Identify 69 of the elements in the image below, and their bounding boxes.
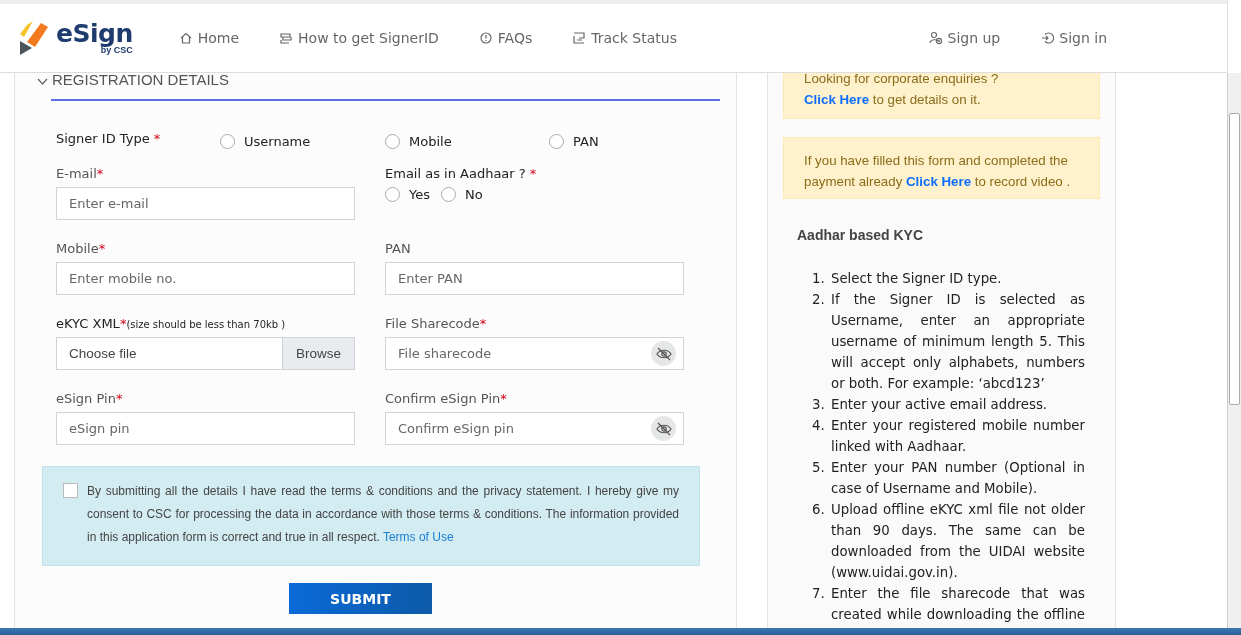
notice-text: Looking for corporate enquiries ? xyxy=(804,73,1000,88)
step-number: 5. xyxy=(812,459,826,477)
field-label: eKYC XML*(size should be less than 70kb ) xyxy=(56,316,287,331)
pencil-logo-icon xyxy=(18,21,50,55)
user-plus-icon xyxy=(928,31,943,45)
account-link[interactable]: Sign in xyxy=(1020,24,1127,52)
radio-option[interactable]: Yes xyxy=(385,187,430,202)
home-icon xyxy=(178,31,193,45)
step-number: 7. xyxy=(812,585,826,603)
field-label: Email as in Aadhaar ? * xyxy=(385,166,538,181)
field-label: Mobile* xyxy=(56,241,107,256)
click-here-link[interactable]: Click Here xyxy=(804,92,870,107)
sign-in-icon xyxy=(1040,31,1055,45)
nav-link[interactable]: Home xyxy=(158,24,260,52)
notice-text: Click Here to get details on it. xyxy=(804,91,982,109)
submit-button[interactable]: SUBMIT xyxy=(289,583,432,614)
step-text: If the Signer ID is selected as Username, enter an appropriate username of minimum length 5. This will accept only alphabets, numbers or both. For example: ‘abcd123’ xyxy=(831,291,1085,393)
text-field[interactable]: Enter PAN xyxy=(385,262,684,295)
text-field[interactable]: Enter e-mail xyxy=(56,187,355,220)
step-number: 3. xyxy=(812,396,826,414)
scrollbar-thumb[interactable] xyxy=(1229,113,1240,405)
info-icon xyxy=(478,31,493,45)
radio-button[interactable] xyxy=(441,187,456,202)
kyc-heading: Aadhar based KYC xyxy=(797,227,925,243)
document-icon xyxy=(572,31,587,45)
text-field[interactable]: File sharecode xyxy=(385,337,684,370)
radio-option[interactable]: PAN xyxy=(549,134,675,149)
radio-button[interactable] xyxy=(549,134,564,149)
browse-button[interactable]: Browse xyxy=(282,338,354,369)
field-label: Signer ID Type * xyxy=(56,131,162,146)
radio-option[interactable]: Username xyxy=(220,134,374,149)
field-label: E-mail* xyxy=(56,166,105,181)
logo-tagline: by CSC xyxy=(100,46,133,55)
step-number: 1. xyxy=(812,270,826,288)
consent-text: By submitting all the details I have read the terms & conditions and the privacy statement. I hereby give my consent to CSC for processing the data in accordance with those terms & conditions. The information provided in this application form is correct and true in all respect. Terms of Use xyxy=(87,483,679,546)
notice-text: If you have filled this form and completed the payment already Click Here to record video . xyxy=(804,152,1072,191)
step-number: 4. xyxy=(812,417,826,435)
field-label: eSign Pin* xyxy=(56,391,124,406)
radio-option[interactable]: Mobile xyxy=(385,134,538,149)
logo-wordmark: eSign xyxy=(56,21,133,46)
file-field[interactable]: Choose file xyxy=(57,346,282,361)
step-text: Enter your active email address. xyxy=(831,396,1049,414)
chevron-icon[interactable] xyxy=(37,78,48,86)
consent-checkbox[interactable] xyxy=(63,483,78,498)
click-here-link[interactable]: Click Here xyxy=(906,174,972,189)
text-field[interactable]: eSign pin xyxy=(56,412,355,445)
step-text: Upload offline eKYC xml file not older than 90 days. The same can be downloaded from the UIDAI website (www.uidai.gov.in). xyxy=(831,501,1085,582)
list-icon xyxy=(279,31,294,45)
nav-link[interactable]: How to get SignerID xyxy=(259,24,459,52)
step-number: 2. xyxy=(812,291,826,309)
field-label: File Sharecode* xyxy=(385,316,488,331)
step-number: 6. xyxy=(812,501,826,519)
field-label: PAN xyxy=(385,241,412,256)
section-title: REGISTRATION DETAILS xyxy=(52,73,229,88)
account-link[interactable]: Sign up xyxy=(908,24,1021,52)
nav-link[interactable]: Track Status xyxy=(552,24,697,52)
step-text: Enter your PAN number (Optional in case of Username and Mobile). xyxy=(831,459,1085,498)
step-text: Select the Signer ID type. xyxy=(831,270,1003,288)
step-text: Enter the file sharecode that was created while downloading the offline xyxy=(831,585,1085,624)
nav-link[interactable]: FAQs xyxy=(458,24,553,52)
field-label: Confirm eSign Pin* xyxy=(385,391,508,406)
step-text: Enter your registered mobile number linked with Aadhaar. xyxy=(831,417,1085,456)
radio-option[interactable]: No xyxy=(441,187,483,202)
text-field[interactable]: Confirm eSign pin xyxy=(385,412,684,445)
radio-button[interactable] xyxy=(385,134,400,149)
terms-link[interactable]: Terms of Use xyxy=(382,530,454,544)
text-field[interactable]: Enter mobile no. xyxy=(56,262,355,295)
radio-button[interactable] xyxy=(385,187,400,202)
radio-button[interactable] xyxy=(220,134,235,149)
